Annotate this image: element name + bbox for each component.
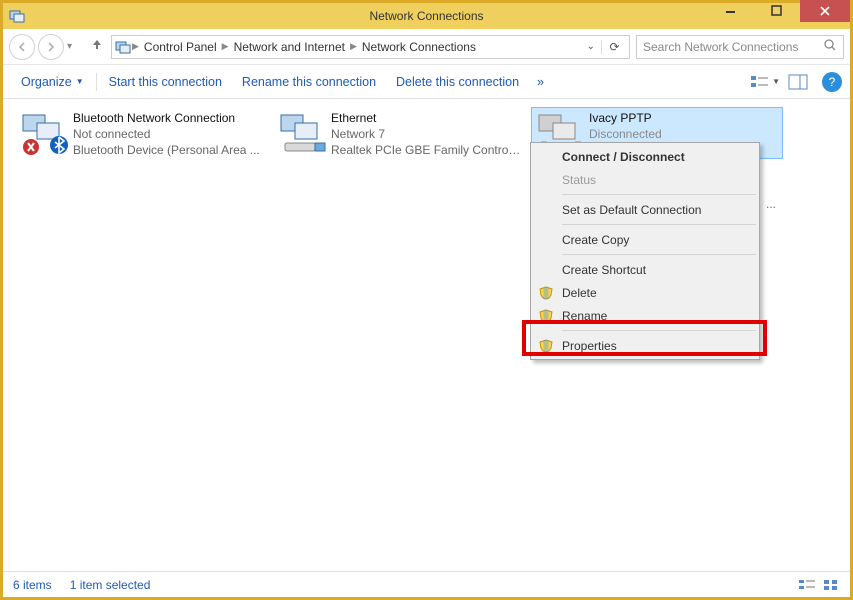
connection-device: Bluetooth Device (Personal Area ... (73, 142, 260, 158)
connection-status: Not connected (73, 126, 260, 142)
preview-pane-button[interactable] (784, 74, 812, 90)
connection-name: Ethernet (331, 110, 523, 126)
menu-status: Status (532, 168, 758, 191)
menu-create-shortcut[interactable]: Create Shortcut (532, 258, 758, 281)
search-input[interactable]: Search Network Connections (636, 35, 844, 59)
connection-status: Disconnected (589, 126, 662, 142)
menu-delete[interactable]: Delete (532, 281, 758, 304)
connection-name: Ivacy PPTP (589, 110, 662, 126)
highlight-rectangle (522, 320, 767, 356)
navbar: ▾ ▶ Control Panel ▶ Network and Internet… (3, 29, 850, 65)
content-area: Bluetooth Network Connection Not connect… (3, 99, 850, 571)
address-bar[interactable]: ▶ Control Panel ▶ Network and Internet ▶… (111, 35, 630, 59)
menu-separator (562, 254, 756, 255)
icons-view-button[interactable] (822, 578, 840, 592)
connection-item-bluetooth[interactable]: Bluetooth Network Connection Not connect… (15, 107, 267, 160)
menu-separator (562, 194, 756, 195)
bluetooth-connection-icon (17, 109, 73, 157)
search-icon (823, 38, 837, 55)
forward-button[interactable] (38, 34, 64, 60)
app-icon (9, 8, 25, 24)
minimize-button[interactable] (708, 0, 754, 22)
shield-icon (539, 286, 553, 300)
help-button[interactable]: ? (822, 72, 842, 92)
up-button[interactable] (87, 37, 107, 56)
details-view-button[interactable] (798, 578, 816, 592)
connection-name: Bluetooth Network Connection (73, 110, 260, 126)
titlebar: Network Connections (3, 3, 850, 29)
organize-button[interactable]: Organize▼ (11, 75, 94, 89)
search-placeholder: Search Network Connections (643, 40, 823, 54)
breadcrumb-item[interactable]: Network and Internet (229, 40, 350, 54)
location-icon (114, 39, 132, 55)
menu-connect-disconnect[interactable]: Connect / Disconnect (532, 145, 758, 168)
window-frame: Network Connections ▾ ▶ Control Panel ▶ … (0, 0, 853, 600)
delete-connection-button[interactable]: Delete this connection (386, 75, 529, 89)
back-button[interactable] (9, 34, 35, 60)
overflow-indicator: ... (766, 197, 776, 211)
address-dropdown[interactable]: ⌄ (581, 41, 601, 52)
connection-item-ethernet[interactable]: Ethernet Network 7 Realtek PCIe GBE Fami… (273, 107, 525, 160)
view-options-button[interactable]: ▼ (746, 74, 784, 90)
close-button[interactable] (800, 0, 850, 22)
breadcrumb-item[interactable]: Network Connections (357, 40, 481, 54)
status-selected-count: 1 item selected (70, 578, 151, 592)
toolbar-separator (96, 73, 97, 91)
menu-separator (562, 224, 756, 225)
connection-device: Realtek PCIe GBE Family Controller (331, 142, 523, 158)
breadcrumb-sep: ▶ (350, 41, 357, 52)
maximize-button[interactable] (754, 0, 800, 22)
window-controls (708, 0, 850, 22)
breadcrumb-sep: ▶ (132, 41, 139, 52)
menu-set-default[interactable]: Set as Default Connection (532, 198, 758, 221)
ethernet-connection-icon (275, 109, 331, 157)
refresh-button[interactable]: ⟳ (601, 40, 627, 54)
window-title: Network Connections (369, 9, 483, 23)
menu-create-copy[interactable]: Create Copy (532, 228, 758, 251)
statusbar: 6 items 1 item selected (3, 571, 850, 597)
history-dropdown[interactable]: ▾ (67, 41, 81, 52)
breadcrumb-sep: ▶ (222, 41, 229, 52)
start-connection-button[interactable]: Start this connection (99, 75, 232, 89)
rename-connection-button[interactable]: Rename this connection (232, 75, 386, 89)
status-item-count: 6 items (13, 578, 52, 592)
toolbar-overflow[interactable]: » (529, 75, 552, 89)
connection-status: Network 7 (331, 126, 523, 142)
breadcrumb-item[interactable]: Control Panel (139, 40, 222, 54)
command-bar: Organize▼ Start this connection Rename t… (3, 65, 850, 99)
